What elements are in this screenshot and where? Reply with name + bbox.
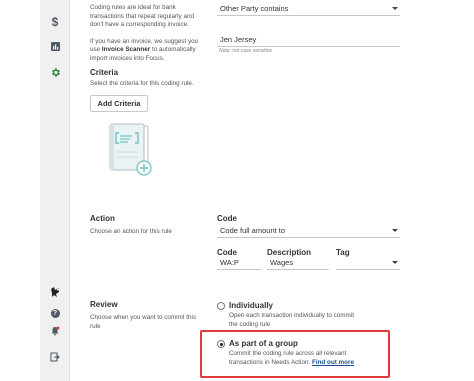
group-option-description: Commit the coding rule across all releva… bbox=[229, 350, 354, 367]
left-blank-area bbox=[0, 0, 40, 381]
option-description-line: the coding rule bbox=[229, 320, 271, 328]
option-description-line: Open each transaction individually to co… bbox=[229, 312, 354, 319]
help-icon[interactable]: ? bbox=[40, 306, 70, 318]
mascot-icon[interactable] bbox=[40, 286, 70, 301]
individually-option-title[interactable]: Individually bbox=[229, 301, 273, 310]
invoice-scanner-name: Invoice Scanner bbox=[101, 46, 151, 53]
reports-icon[interactable] bbox=[40, 42, 70, 54]
action-description: Choose an action for this rule bbox=[90, 228, 172, 235]
condition-value-input[interactable]: Jen Jersey bbox=[217, 33, 400, 47]
condition-select-value: Other Party contains bbox=[220, 4, 289, 13]
review-description: Choose when you want to commit this rule bbox=[90, 314, 196, 331]
intro-line: use Invoice Scanner to automatically bbox=[90, 46, 196, 53]
intro-line: If you have an invoice, we suggest you bbox=[90, 37, 199, 45]
chevron-down-icon bbox=[392, 7, 398, 10]
option-description-line: Commit the coding rule across all releva… bbox=[229, 350, 347, 357]
logout-icon[interactable] bbox=[40, 352, 70, 365]
intro-line: import invoices into Focus. bbox=[90, 54, 165, 62]
condition-value-text: Jen Jersey bbox=[220, 35, 257, 44]
group-radio[interactable] bbox=[217, 340, 225, 348]
criteria-description: Select the criteria for this coding rule… bbox=[90, 80, 194, 87]
settings-gear-icon[interactable] bbox=[40, 67, 70, 81]
description-value: Wages bbox=[270, 258, 294, 267]
code-label: Code bbox=[217, 214, 237, 223]
description-input[interactable]: Wages bbox=[267, 256, 329, 270]
criteria-illustration bbox=[104, 122, 156, 183]
dollar-icon[interactable]: $ bbox=[40, 15, 70, 29]
action-title: Action bbox=[90, 214, 115, 223]
review-title: Review bbox=[90, 300, 118, 309]
intro-text: Coding rules are ideal for bank transact… bbox=[90, 4, 215, 63]
chevron-down-icon bbox=[392, 229, 398, 232]
review-description-line: rule bbox=[90, 322, 101, 330]
sidebar: $ ? bbox=[40, 0, 70, 381]
criteria-title: Criteria bbox=[90, 68, 119, 77]
individually-radio[interactable] bbox=[217, 302, 225, 310]
group-option-title[interactable]: As part of a group bbox=[229, 339, 298, 348]
add-criteria-button[interactable]: Add Criteria bbox=[90, 95, 148, 112]
notifications-bell-icon[interactable] bbox=[40, 326, 70, 339]
code-action-value: Code full amount to bbox=[220, 226, 286, 235]
intro-line: transactions that repeat regularly and bbox=[90, 12, 194, 20]
case-hint: Note: not case sensitive bbox=[219, 48, 273, 54]
code-value: WA:P bbox=[220, 258, 239, 267]
condition-select[interactable]: Other Party contains bbox=[217, 2, 400, 16]
tag-select[interactable] bbox=[336, 256, 400, 270]
code-action-select[interactable]: Code full amount to bbox=[217, 224, 400, 238]
individually-option-description: Open each transaction individually to co… bbox=[229, 312, 354, 329]
intro-line: Coding rules are ideal for bank bbox=[90, 4, 176, 11]
chevron-down-icon bbox=[392, 261, 398, 264]
option-description-line: transactions in Needs Action. Find out m… bbox=[229, 358, 354, 366]
review-description-line: Choose when you want to commit this bbox=[90, 314, 197, 321]
intro-line: don't have a corresponding invoice. bbox=[90, 21, 189, 28]
find-out-more-link[interactable]: Find out more bbox=[312, 359, 354, 366]
code-input[interactable]: WA:P bbox=[217, 256, 261, 270]
